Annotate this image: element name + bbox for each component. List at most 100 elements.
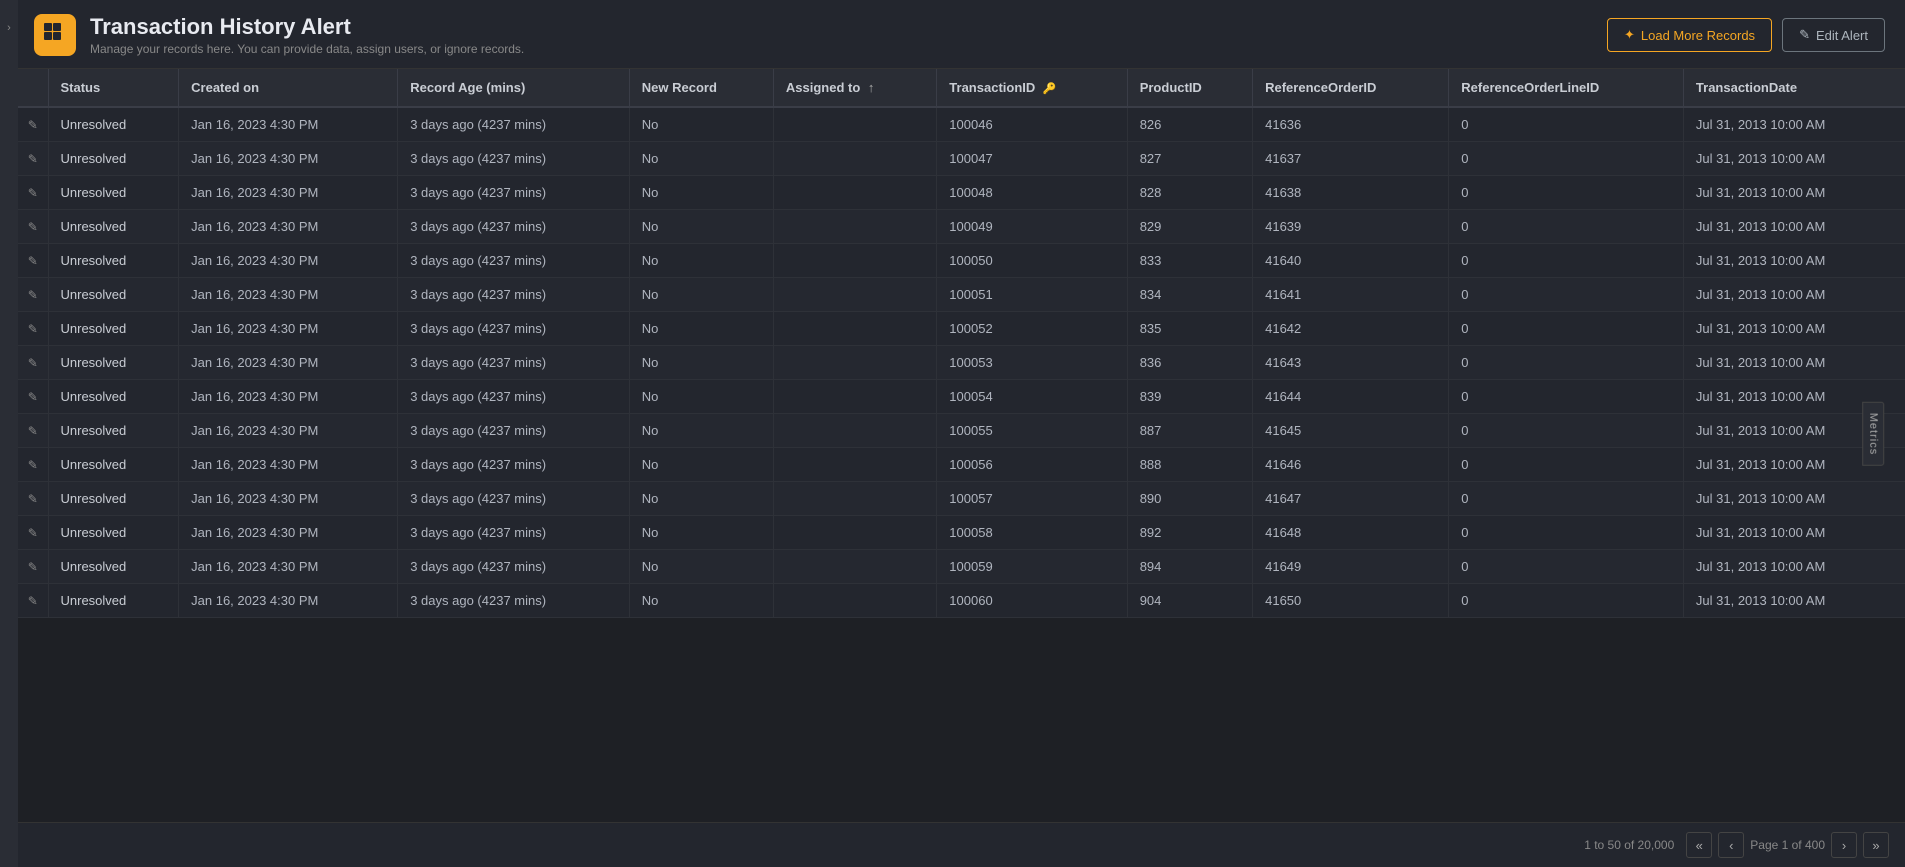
- cell-reference-order-id: 41648: [1253, 516, 1449, 550]
- cell-reference-order-id: 41647: [1253, 482, 1449, 516]
- cell-product-id: 890: [1127, 482, 1252, 516]
- cell-created-on: Jan 16, 2023 4:30 PM: [179, 107, 398, 142]
- load-more-button[interactable]: ✦ Load More Records: [1607, 18, 1772, 52]
- cell-record-age: 3 days ago (4237 mins): [398, 312, 630, 346]
- cell-assigned-to: [773, 176, 936, 210]
- cell-transaction-id: 100050: [937, 244, 1127, 278]
- row-edit-icon[interactable]: ✎: [28, 118, 38, 132]
- cell-reference-order-id: 41649: [1253, 550, 1449, 584]
- cell-created-on: Jan 16, 2023 4:30 PM: [179, 346, 398, 380]
- cell-record-age: 3 days ago (4237 mins): [398, 516, 630, 550]
- cell-reference-order-line-id: 0: [1449, 516, 1684, 550]
- cell-new-record: No: [629, 278, 773, 312]
- row-edit-icon[interactable]: ✎: [28, 186, 38, 200]
- cell-reference-order-id: 41636: [1253, 107, 1449, 142]
- row-edit-icon[interactable]: ✎: [28, 594, 38, 608]
- cell-product-id: 827: [1127, 142, 1252, 176]
- row-edit-cell[interactable]: ✎: [18, 380, 48, 414]
- row-edit-cell[interactable]: ✎: [18, 584, 48, 618]
- row-edit-icon[interactable]: ✎: [28, 526, 38, 540]
- cell-product-id: 888: [1127, 448, 1252, 482]
- cell-product-id: 834: [1127, 278, 1252, 312]
- row-edit-icon[interactable]: ✎: [28, 424, 38, 438]
- row-edit-cell[interactable]: ✎: [18, 142, 48, 176]
- row-edit-cell[interactable]: ✎: [18, 107, 48, 142]
- cell-record-age: 3 days ago (4237 mins): [398, 550, 630, 584]
- cell-transaction-date: Jul 31, 2013 10:00 AM: [1683, 312, 1905, 346]
- cell-record-age: 3 days ago (4237 mins): [398, 584, 630, 618]
- col-assigned-to[interactable]: Assigned to ↑: [773, 69, 936, 107]
- cell-status: Unresolved: [48, 278, 179, 312]
- col-reference-order-line-id[interactable]: ReferenceOrderLineID: [1449, 69, 1684, 107]
- cell-status: Unresolved: [48, 346, 179, 380]
- row-edit-cell[interactable]: ✎: [18, 414, 48, 448]
- cell-reference-order-id: 41646: [1253, 448, 1449, 482]
- col-new-record[interactable]: New Record: [629, 69, 773, 107]
- last-page-button[interactable]: »: [1863, 832, 1889, 858]
- table-wrapper: Status Created on Record Age (mins) New …: [18, 69, 1905, 822]
- cell-transaction-id: 100046: [937, 107, 1127, 142]
- col-transaction-id[interactable]: TransactionID 🔑: [937, 69, 1127, 107]
- first-page-button[interactable]: «: [1686, 832, 1712, 858]
- row-edit-icon[interactable]: ✎: [28, 152, 38, 166]
- row-edit-cell[interactable]: ✎: [18, 210, 48, 244]
- cell-record-age: 3 days ago (4237 mins): [398, 142, 630, 176]
- cell-transaction-id: 100049: [937, 210, 1127, 244]
- row-edit-icon[interactable]: ✎: [28, 390, 38, 404]
- cell-new-record: No: [629, 244, 773, 278]
- edit-alert-button[interactable]: ✎ Edit Alert: [1782, 18, 1885, 52]
- row-edit-cell[interactable]: ✎: [18, 176, 48, 210]
- cell-reference-order-line-id: 0: [1449, 380, 1684, 414]
- row-edit-cell[interactable]: ✎: [18, 516, 48, 550]
- col-created-on[interactable]: Created on: [179, 69, 398, 107]
- cell-reference-order-line-id: 0: [1449, 482, 1684, 516]
- cell-status: Unresolved: [48, 550, 179, 584]
- header: Transaction History Alert Manage your re…: [18, 0, 1905, 69]
- cell-reference-order-id: 41642: [1253, 312, 1449, 346]
- header-title-block: Transaction History Alert Manage your re…: [90, 14, 524, 56]
- table-row: ✎UnresolvedJan 16, 2023 4:30 PM3 days ag…: [18, 584, 1905, 618]
- col-record-age[interactable]: Record Age (mins): [398, 69, 630, 107]
- cell-transaction-date: Jul 31, 2013 10:00 AM: [1683, 176, 1905, 210]
- col-transaction-date[interactable]: TransactionDate: [1683, 69, 1905, 107]
- records-table: Status Created on Record Age (mins) New …: [18, 69, 1905, 618]
- row-edit-cell[interactable]: ✎: [18, 482, 48, 516]
- table-row: ✎UnresolvedJan 16, 2023 4:30 PM3 days ag…: [18, 346, 1905, 380]
- cell-status: Unresolved: [48, 244, 179, 278]
- row-edit-icon[interactable]: ✎: [28, 560, 38, 574]
- row-edit-icon[interactable]: ✎: [28, 254, 38, 268]
- cell-product-id: 826: [1127, 107, 1252, 142]
- cell-transaction-id: 100060: [937, 584, 1127, 618]
- key-icon: 🔑: [1043, 82, 1057, 95]
- table-row: ✎UnresolvedJan 16, 2023 4:30 PM3 days ag…: [18, 312, 1905, 346]
- cell-record-age: 3 days ago (4237 mins): [398, 210, 630, 244]
- sidebar-toggle[interactable]: ›: [0, 0, 18, 867]
- row-edit-cell[interactable]: ✎: [18, 448, 48, 482]
- row-edit-cell[interactable]: ✎: [18, 550, 48, 584]
- cell-transaction-id: 100052: [937, 312, 1127, 346]
- row-edit-cell[interactable]: ✎: [18, 312, 48, 346]
- row-edit-cell[interactable]: ✎: [18, 244, 48, 278]
- col-status[interactable]: Status: [48, 69, 179, 107]
- row-edit-icon[interactable]: ✎: [28, 220, 38, 234]
- cell-reference-order-line-id: 0: [1449, 278, 1684, 312]
- cell-assigned-to: [773, 244, 936, 278]
- cell-product-id: 833: [1127, 244, 1252, 278]
- next-page-button[interactable]: ›: [1831, 832, 1857, 858]
- row-edit-icon[interactable]: ✎: [28, 458, 38, 472]
- row-edit-cell[interactable]: ✎: [18, 346, 48, 380]
- row-edit-icon[interactable]: ✎: [28, 492, 38, 506]
- cell-reference-order-line-id: 0: [1449, 414, 1684, 448]
- cell-record-age: 3 days ago (4237 mins): [398, 176, 630, 210]
- col-product-id[interactable]: ProductID: [1127, 69, 1252, 107]
- col-reference-order-id[interactable]: ReferenceOrderID: [1253, 69, 1449, 107]
- prev-page-button[interactable]: ‹: [1718, 832, 1744, 858]
- row-edit-icon[interactable]: ✎: [28, 322, 38, 336]
- row-edit-cell[interactable]: ✎: [18, 278, 48, 312]
- row-edit-icon[interactable]: ✎: [28, 288, 38, 302]
- row-edit-icon[interactable]: ✎: [28, 356, 38, 370]
- table-row: ✎UnresolvedJan 16, 2023 4:30 PM3 days ag…: [18, 176, 1905, 210]
- metrics-tab[interactable]: Metrics: [1862, 401, 1884, 465]
- header-left: Transaction History Alert Manage your re…: [34, 14, 524, 56]
- cell-new-record: No: [629, 448, 773, 482]
